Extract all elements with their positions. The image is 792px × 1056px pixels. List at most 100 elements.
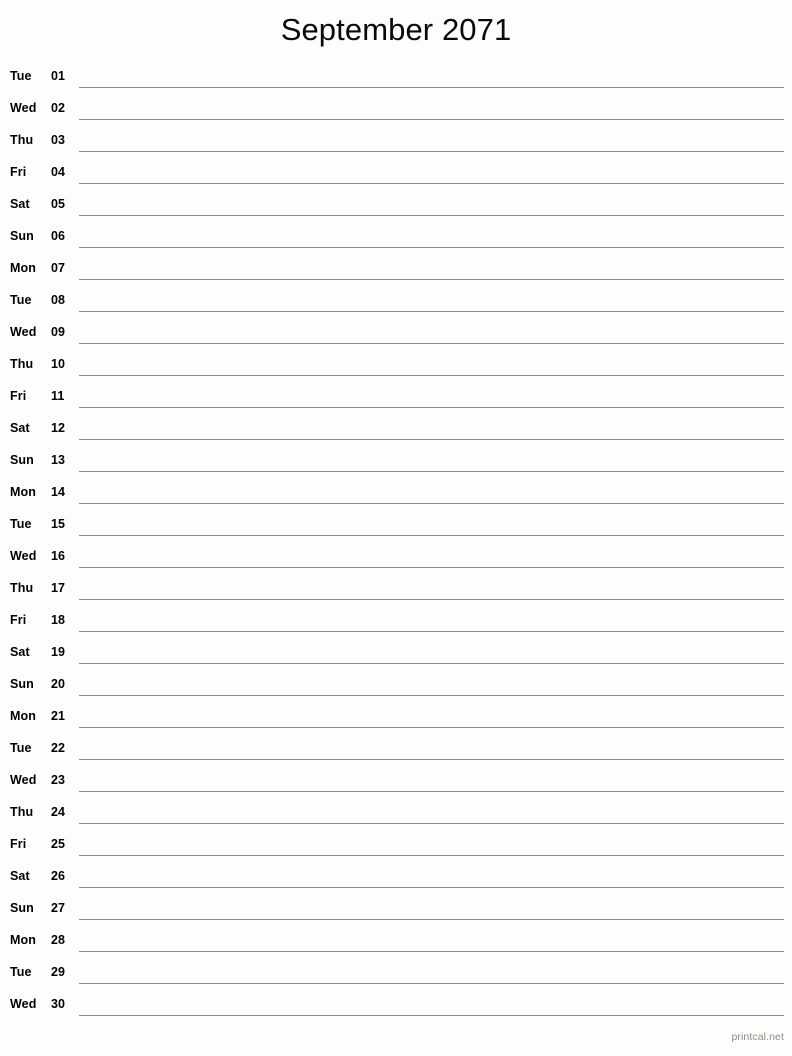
- day-notes-line[interactable]: [79, 87, 784, 88]
- day-row: Tue 29: [0, 956, 792, 988]
- day-row: Wed 30: [0, 988, 792, 1020]
- day-weekday-label: Sun: [10, 453, 34, 467]
- day-weekday-label: Thu: [10, 357, 34, 371]
- day-weekday-label: Tue: [10, 69, 32, 83]
- day-notes-line[interactable]: [79, 407, 784, 408]
- day-weekday-label: Fri: [10, 837, 27, 851]
- day-row: Mon 21: [0, 700, 792, 732]
- day-number-label: 03: [51, 133, 66, 147]
- day-number-label: 23: [51, 773, 66, 787]
- day-row: Fri 18: [0, 604, 792, 636]
- day-weekday-label: Fri: [10, 613, 27, 627]
- day-row: Mon 28: [0, 924, 792, 956]
- day-number-label: 26: [51, 869, 66, 883]
- day-weekday-label: Sat: [10, 197, 30, 211]
- day-weekday-label: Thu: [10, 805, 34, 819]
- day-row: Thu 03: [0, 124, 792, 156]
- day-notes-line[interactable]: [79, 279, 784, 280]
- day-row: Wed 02: [0, 92, 792, 124]
- day-weekday-label: Wed: [10, 101, 37, 115]
- day-notes-line[interactable]: [79, 343, 784, 344]
- day-row: Tue 22: [0, 732, 792, 764]
- day-notes-line[interactable]: [79, 727, 784, 728]
- day-notes-line[interactable]: [79, 535, 784, 536]
- day-number-label: 18: [51, 613, 66, 627]
- day-weekday-label: Mon: [10, 933, 36, 947]
- day-notes-line[interactable]: [79, 823, 784, 824]
- day-number-label: 11: [51, 389, 65, 403]
- day-number-label: 07: [51, 261, 66, 275]
- day-number-label: 12: [51, 421, 66, 435]
- day-notes-line[interactable]: [79, 663, 784, 664]
- day-weekday-label: Mon: [10, 485, 36, 499]
- day-row: Sun 06: [0, 220, 792, 252]
- day-notes-line[interactable]: [79, 151, 784, 152]
- day-notes-line[interactable]: [79, 503, 784, 504]
- day-notes-line[interactable]: [79, 119, 784, 120]
- day-number-label: 15: [51, 517, 66, 531]
- day-number-label: 19: [51, 645, 66, 659]
- day-number-label: 29: [51, 965, 66, 979]
- day-notes-line[interactable]: [79, 1015, 784, 1016]
- day-row: Tue 01: [0, 60, 792, 92]
- day-notes-line[interactable]: [79, 631, 784, 632]
- day-row: Tue 15: [0, 508, 792, 540]
- day-notes-line[interactable]: [79, 183, 784, 184]
- day-notes-line[interactable]: [79, 791, 784, 792]
- day-number-label: 16: [51, 549, 66, 563]
- day-row: Tue 08: [0, 284, 792, 316]
- day-row: Thu 17: [0, 572, 792, 604]
- day-number-label: 13: [51, 453, 66, 467]
- day-notes-line[interactable]: [79, 759, 784, 760]
- day-notes-line[interactable]: [79, 567, 784, 568]
- day-row: Thu 24: [0, 796, 792, 828]
- day-weekday-label: Thu: [10, 133, 34, 147]
- day-notes-line[interactable]: [79, 919, 784, 920]
- day-weekday-label: Mon: [10, 261, 36, 275]
- day-row: Wed 16: [0, 540, 792, 572]
- day-number-label: 25: [51, 837, 66, 851]
- day-weekday-label: Wed: [10, 549, 37, 563]
- day-notes-line[interactable]: [79, 247, 784, 248]
- day-notes-line[interactable]: [79, 887, 784, 888]
- day-notes-line[interactable]: [79, 439, 784, 440]
- day-number-label: 04: [51, 165, 66, 179]
- day-notes-line[interactable]: [79, 215, 784, 216]
- day-number-label: 14: [51, 485, 66, 499]
- day-row: Thu 10: [0, 348, 792, 380]
- day-weekday-label: Tue: [10, 965, 32, 979]
- day-weekday-label: Fri: [10, 165, 27, 179]
- day-row: Sat 26: [0, 860, 792, 892]
- day-row-list: Tue 01 Wed 02 Thu 03 Fri 04 Sat 05 Sun 06 Mon 07 Tue 08…: [0, 60, 792, 1020]
- day-weekday-label: Sun: [10, 901, 34, 915]
- footer-attribution: printcal.net: [731, 1031, 784, 1043]
- day-row: Sat 12: [0, 412, 792, 444]
- day-row: Wed 09: [0, 316, 792, 348]
- day-number-label: 01: [51, 69, 66, 83]
- day-weekday-label: Wed: [10, 997, 37, 1011]
- day-notes-line[interactable]: [79, 375, 784, 376]
- day-notes-line[interactable]: [79, 951, 784, 952]
- day-weekday-label: Fri: [10, 389, 27, 403]
- day-number-label: 24: [51, 805, 66, 819]
- day-weekday-label: Wed: [10, 773, 37, 787]
- day-weekday-label: Sat: [10, 645, 30, 659]
- day-notes-line[interactable]: [79, 983, 784, 984]
- day-weekday-label: Sat: [10, 869, 30, 883]
- day-number-label: 17: [51, 581, 66, 595]
- day-row: Sun 13: [0, 444, 792, 476]
- day-number-label: 21: [51, 709, 66, 723]
- day-row: Sat 05: [0, 188, 792, 220]
- day-number-label: 05: [51, 197, 66, 211]
- day-number-label: 09: [51, 325, 66, 339]
- day-number-label: 22: [51, 741, 66, 755]
- day-notes-line[interactable]: [79, 471, 784, 472]
- page-title: September 2071: [280, 12, 512, 47]
- day-notes-line[interactable]: [79, 599, 784, 600]
- day-notes-line[interactable]: [79, 695, 784, 696]
- day-number-label: 06: [51, 229, 66, 243]
- day-notes-line[interactable]: [79, 855, 784, 856]
- day-notes-line[interactable]: [79, 311, 784, 312]
- day-weekday-label: Tue: [10, 293, 32, 307]
- day-number-label: 08: [51, 293, 66, 307]
